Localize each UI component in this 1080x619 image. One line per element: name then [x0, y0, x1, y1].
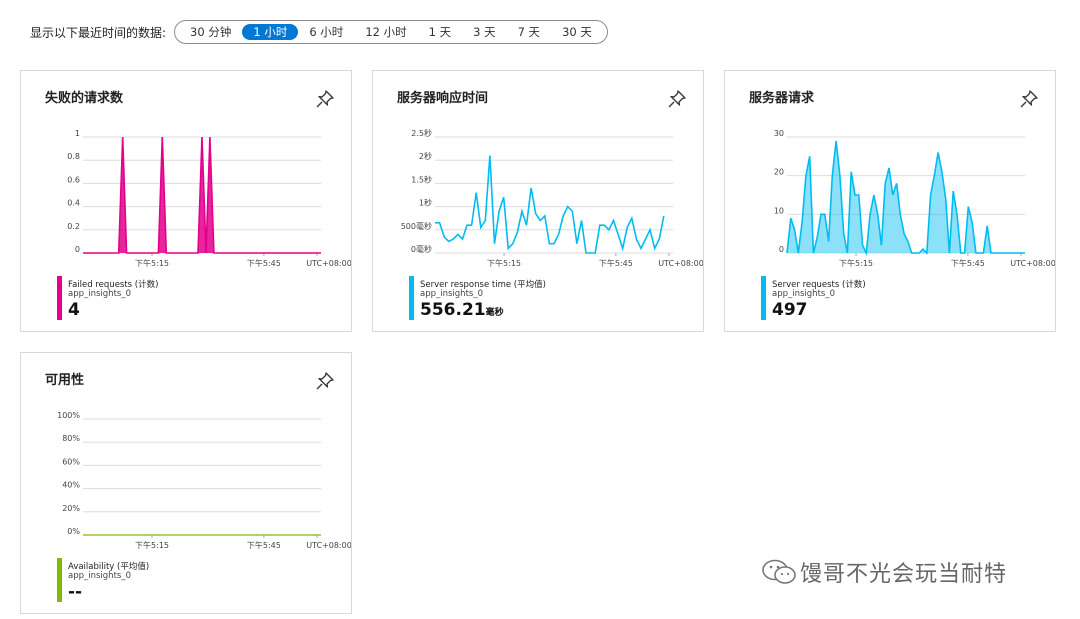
x-tick-label: 下午5:15: [839, 258, 873, 268]
range-option-12h[interactable]: 12 小时: [354, 24, 417, 40]
y-tick-label: 40%: [62, 481, 80, 490]
y-tick-label: 80%: [62, 434, 80, 443]
y-tick-label: 0毫秒: [411, 244, 432, 254]
time-range-label: 显示以下最近时间的数据:: [30, 25, 167, 40]
metric-card-availability[interactable]: 可用性 100% 80% 60% 40% 20% 0% 下午5:15 下午5:45 UTC+08…: [20, 352, 352, 614]
watermark: 馒哥不光会玩当耐特: [760, 556, 1007, 588]
metric-card-failed-requests[interactable]: 失败的请求数 1 0.8 0.6 0.4 0.2 0 下午5:15 下午5:45 UTC+08:…: [20, 70, 352, 332]
legend-resource-name: app_insights_0: [68, 289, 131, 299]
y-tick-label: 2.5秒: [411, 128, 432, 138]
x-tick-label: 下午5:45: [247, 258, 281, 268]
range-option-3d[interactable]: 3 天: [462, 24, 506, 40]
metric-card-server-response-time[interactable]: 服务器响应时间 2.5秒 2秒 1.5秒 1秒 500毫秒 0毫秒 下午5:15 下午5:45…: [372, 70, 704, 332]
y-tick-label: 20: [774, 168, 784, 177]
legend-value: --: [68, 582, 83, 602]
y-tick-label: 1.5秒: [411, 174, 432, 184]
failed-requests-chart: 1 0.8 0.6 0.4 0.2 0 下午5:15 下午5:45 UTC+08:00: [67, 129, 351, 268]
y-tick-label: 1: [75, 129, 80, 138]
x-tick-label: 下午5:15: [135, 258, 169, 268]
time-range-pills: 30 分钟 1 小时 6 小时 12 小时 1 天 3 天 7 天 30 天: [174, 20, 608, 44]
legend-resource-name: app_insights_0: [420, 289, 483, 299]
x-tick-label: 下午5:45: [599, 258, 633, 268]
x-tick-label: UTC+08:00: [658, 259, 703, 268]
y-tick-label: 30: [774, 129, 784, 138]
y-tick-label: 500毫秒: [401, 221, 432, 231]
availability-chart: 100% 80% 60% 40% 20% 0% 下午5:15 下午5:45 UTC+08:00: [57, 411, 351, 550]
range-option-1h[interactable]: 1 小时: [242, 24, 299, 40]
x-tick-label: 下午5:45: [247, 540, 281, 550]
x-tick-label: 下午5:15: [135, 540, 169, 550]
y-tick-label: 60%: [62, 457, 80, 466]
y-tick-label: 0: [779, 245, 784, 254]
range-option-30d[interactable]: 30 天: [551, 24, 603, 40]
x-tick-label: UTC+08:00: [306, 259, 351, 268]
y-tick-label: 2秒: [419, 151, 432, 161]
server-requests-chart: 30 20 10 0 下午5:15 下午5:45 UTC+08:00: [774, 129, 1055, 268]
y-tick-label: 0: [75, 245, 80, 254]
wechat-icon: [762, 559, 796, 584]
legend-color-swatch: [57, 558, 62, 602]
y-tick-label: 20%: [62, 504, 80, 513]
legend-value: 4: [68, 300, 80, 320]
y-tick-label: 0.4: [67, 199, 80, 208]
legend-resource-name: app_insights_0: [68, 571, 131, 581]
watermark-text: 馒哥不光会玩当耐特: [800, 562, 1008, 587]
time-range-bar: 显示以下最近时间的数据: 30 分钟 1 小时 6 小时 12 小时 1 天 3…: [30, 20, 608, 44]
range-option-30m[interactable]: 30 分钟: [179, 24, 242, 40]
legend-color-swatch: [761, 276, 766, 320]
server-response-time-chart: 2.5秒 2秒 1.5秒 1秒 500毫秒 0毫秒下午5:15 下午5:45 UTC+08:0…: [401, 128, 703, 268]
legend-color-swatch: [409, 276, 414, 320]
y-tick-label: 0.2: [67, 222, 80, 231]
y-tick-label: 0%: [67, 527, 80, 536]
legend-resource-name: app_insights_0: [772, 289, 835, 299]
y-tick-label: 0.8: [67, 152, 80, 161]
y-tick-label: 100%: [57, 411, 80, 420]
y-tick-label: 0.6: [67, 175, 80, 184]
legend-value: 556.21毫秒: [420, 300, 504, 320]
metric-card-server-requests[interactable]: 服务器请求 30 20 10 0 下午5:15 下午5:45 UTC+08:00 Serve…: [724, 70, 1056, 332]
range-option-6h[interactable]: 6 小时: [298, 24, 354, 40]
x-tick-label: UTC+08:00: [1010, 259, 1055, 268]
legend-value: 497: [772, 300, 808, 320]
x-tick-label: UTC+08:00: [306, 541, 351, 550]
y-tick-label: 1秒: [419, 198, 432, 208]
x-tick-label: 下午5:45: [951, 258, 985, 268]
series-line: [435, 155, 665, 254]
range-option-1d[interactable]: 1 天: [418, 24, 462, 40]
legend-color-swatch: [57, 276, 62, 320]
x-tick-label: 下午5:15: [487, 258, 521, 268]
y-tick-label: 10: [774, 206, 784, 215]
range-option-7d[interactable]: 7 天: [507, 24, 551, 40]
